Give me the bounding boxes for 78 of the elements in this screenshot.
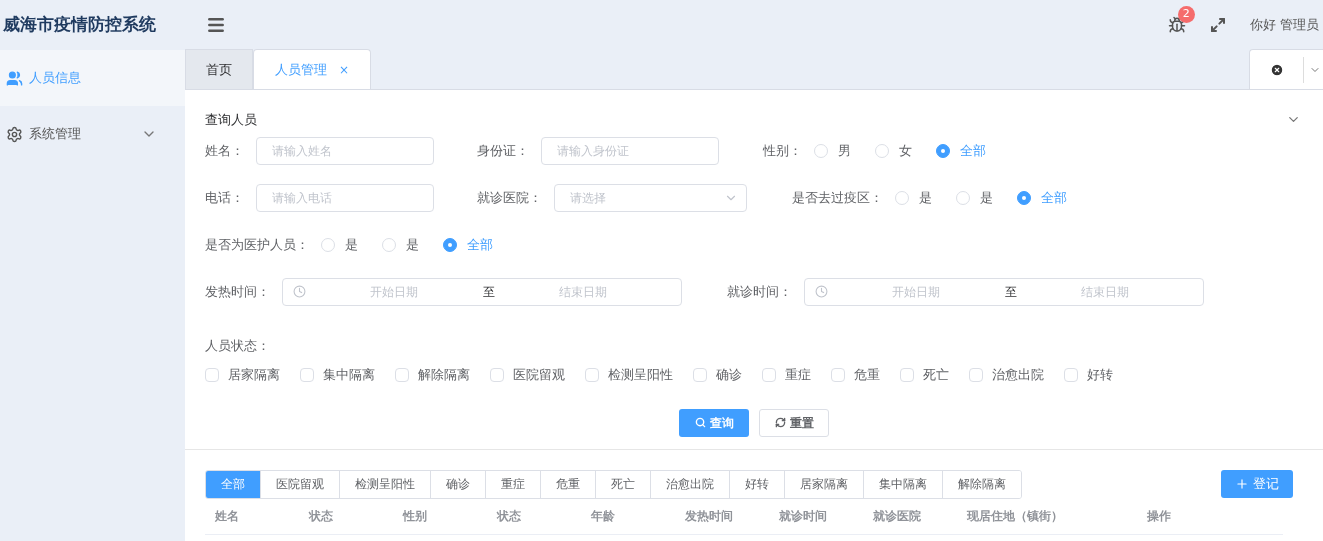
radio-label: 全部 [467, 235, 493, 254]
checkbox-label: 集中隔离 [323, 366, 375, 384]
users-icon [6, 69, 23, 87]
plus-icon [1235, 477, 1249, 491]
checkbox[interactable] [585, 367, 599, 382]
field-label: 发热时间： [205, 282, 270, 301]
radio-label: 全部 [1041, 188, 1067, 207]
sidebar-item[interactable]: 系统管理 [0, 106, 185, 162]
radio-label: 全部 [960, 141, 986, 160]
radio-label: 是 [406, 235, 419, 254]
checkbox-label: 死亡 [923, 366, 949, 384]
field-label: 身份证： [477, 141, 529, 160]
radio-label: 是 [980, 188, 993, 207]
checkbox[interactable] [1064, 367, 1078, 382]
column-header: 姓名 [214, 508, 240, 525]
column-header: 状态 [307, 508, 334, 525]
checkbox[interactable] [762, 367, 776, 382]
checkbox[interactable] [300, 367, 314, 382]
date-range-field[interactable]: 开始日期 至 结束日期 [282, 277, 682, 306]
checkbox[interactable] [693, 367, 707, 382]
status-label: 人员状态： [205, 337, 270, 353]
text-input[interactable]: 请输入身份证 [541, 136, 719, 165]
refresh-icon [774, 417, 786, 428]
field-label: 是否去过疫区： [792, 188, 883, 207]
checkbox[interactable] [490, 367, 504, 382]
bug-icon[interactable] [1167, 16, 1186, 34]
checkbox-label: 危重 [854, 366, 880, 384]
checkbox[interactable] [395, 367, 409, 382]
clock-icon [293, 285, 306, 298]
checkbox-label: 居家隔离 [228, 366, 280, 384]
filter-tab[interactable]: 解除隔离 [942, 470, 1021, 498]
column-header: 发热时间 [684, 508, 734, 525]
column-header: 就诊时间 [778, 508, 828, 525]
field-label: 电话： [205, 188, 244, 207]
app-title: 威海市疫情防控系统 [3, 14, 156, 35]
column-header: 状态 [495, 508, 522, 525]
close-icon[interactable] [1270, 62, 1284, 77]
checkbox-label: 解除隔离 [418, 366, 470, 384]
radio-label: 女 [899, 141, 912, 160]
notification-badge: 2 [1177, 6, 1195, 23]
clock-icon [815, 285, 828, 298]
checkbox-label: 确诊 [716, 366, 742, 384]
section-title: 查询人员 [205, 111, 257, 129]
checkbox-label: 好转 [1087, 366, 1113, 384]
reset-button[interactable]: 重置 [759, 408, 829, 437]
checkbox-label: 治愈出院 [992, 366, 1044, 384]
search-icon [694, 417, 706, 428]
radio-label: 是 [345, 235, 358, 254]
radio-label: 是 [919, 188, 932, 207]
checkbox-label: 检测呈阳性 [608, 366, 673, 384]
gears-icon [6, 125, 23, 143]
column-header: 性别 [401, 508, 428, 525]
user-greeting[interactable]: 你好 管理员 [1249, 15, 1319, 35]
column-header: 就诊医院 [872, 508, 922, 525]
page-tab[interactable]: 首页 [185, 49, 253, 89]
radio-label: 男 [838, 141, 851, 160]
field-label: 就诊时间： [727, 282, 792, 301]
menu-icon[interactable] [206, 15, 226, 35]
column-header: 年龄 [590, 508, 616, 525]
column-header: 操作 [1146, 508, 1172, 525]
date-range-field[interactable]: 开始日期 至 结束日期 [804, 277, 1204, 306]
column-header: 现居住地（镇街） [965, 508, 1064, 525]
text-input[interactable]: 请输入姓名 [256, 136, 434, 165]
field-label: 就诊医院： [477, 188, 542, 207]
radio-button[interactable] [443, 237, 457, 252]
field-label: 性别： [763, 141, 802, 160]
text-input[interactable]: 请输入电话 [256, 183, 434, 212]
checkbox-label: 重症 [785, 366, 811, 384]
checkbox[interactable] [969, 367, 983, 382]
radio-button[interactable] [1017, 190, 1031, 205]
fullscreen-icon[interactable] [1209, 17, 1226, 33]
checkbox[interactable] [900, 367, 914, 382]
checkbox[interactable] [831, 367, 845, 382]
field-label: 姓名： [205, 141, 244, 160]
field-label: 是否为医护人员： [205, 235, 309, 254]
checkbox-label: 医院留观 [513, 366, 565, 384]
radio-button[interactable] [936, 143, 950, 158]
checkbox[interactable] [205, 367, 219, 382]
